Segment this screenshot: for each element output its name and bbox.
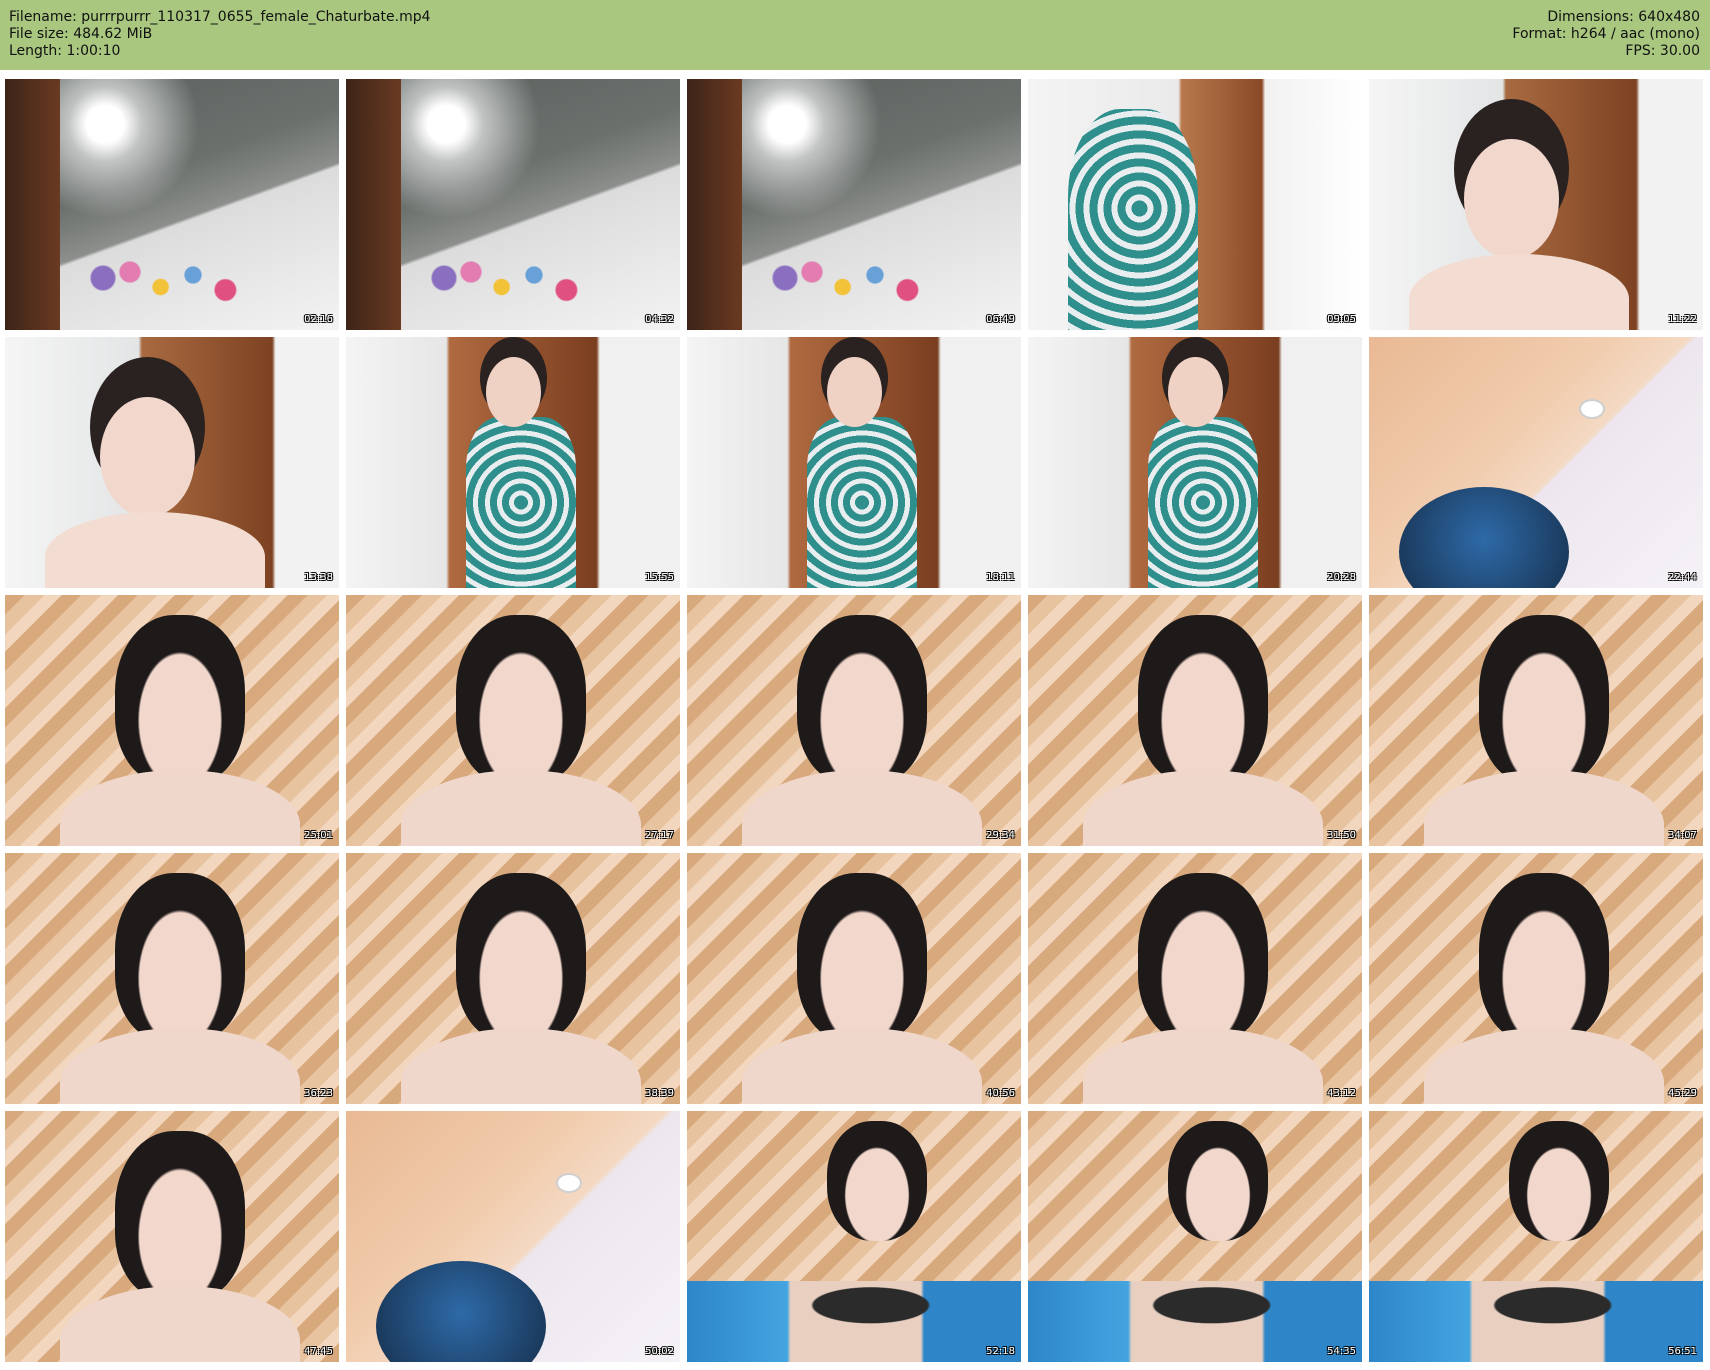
- thumbnail-image: [346, 853, 680, 1104]
- thumbnail-image: [1369, 337, 1703, 588]
- timestamp: 31:50: [1327, 830, 1356, 841]
- timestamp: 52:18: [986, 1346, 1015, 1357]
- timestamp: 40:56: [986, 1088, 1015, 1099]
- filename-text: Filename: purrrpurrr_110317_0655_female_…: [9, 9, 431, 25]
- timestamp: 47:45: [304, 1346, 333, 1357]
- thumbnail-image: [687, 595, 1021, 846]
- info-left: Filename: purrrpurrr_110317_0655_female_…: [9, 9, 431, 60]
- fps-text: FPS: 30.00: [1625, 43, 1700, 59]
- timestamp: 38:39: [645, 1088, 674, 1099]
- thumbnail[interactable]: 25:01: [5, 595, 339, 846]
- thumbnail[interactable]: 02:16: [5, 79, 339, 330]
- dimensions-text: Dimensions: 640x480: [1547, 9, 1700, 25]
- thumbnail-image: [1369, 1111, 1703, 1362]
- thumbnail[interactable]: 15:55: [346, 337, 680, 588]
- timestamp: 27:17: [645, 830, 674, 841]
- thumbnail-image: [687, 853, 1021, 1104]
- thumbnail[interactable]: 47:45: [5, 1111, 339, 1362]
- thumbnail[interactable]: 40:56: [687, 853, 1021, 1104]
- thumbnail[interactable]: 09:05: [1028, 79, 1362, 330]
- timestamp: 54:35: [1327, 1346, 1356, 1357]
- thumbnail[interactable]: 18:11: [687, 337, 1021, 588]
- timestamp: 25:01: [304, 830, 333, 841]
- timestamp: 04:32: [645, 314, 674, 325]
- thumbnail[interactable]: 04:32: [346, 79, 680, 330]
- thumbnail-image: [687, 79, 1021, 330]
- thumbnail[interactable]: 11:22: [1369, 79, 1703, 330]
- thumbnail[interactable]: 27:17: [346, 595, 680, 846]
- thumbnail-image: [687, 1111, 1021, 1362]
- timestamp: 06:49: [986, 314, 1015, 325]
- thumbnail[interactable]: 31:50: [1028, 595, 1362, 846]
- thumbnail[interactable]: 52:18: [687, 1111, 1021, 1362]
- thumbnail-grid: 02:16 04:32 06:49 09:05 11:22 13:38 15:5…: [5, 79, 1705, 1362]
- thumbnail-image: [346, 337, 680, 588]
- timestamp: 09:05: [1327, 314, 1356, 325]
- thumbnail[interactable]: 29:34: [687, 595, 1021, 846]
- thumbnail-image: [346, 595, 680, 846]
- info-right: Dimensions: 640x480 Format: h264 / aac (…: [1512, 9, 1700, 60]
- thumbnail[interactable]: 43:12: [1028, 853, 1362, 1104]
- info-header: Filename: purrrpurrr_110317_0655_female_…: [0, 0, 1710, 70]
- thumbnail-image: [1028, 337, 1362, 588]
- filesize-text: File size: 484.62 MiB: [9, 26, 153, 42]
- thumbnail-image: [5, 853, 339, 1104]
- thumbnail[interactable]: 50:02: [346, 1111, 680, 1362]
- timestamp: 13:38: [304, 572, 333, 583]
- timestamp: 22:44: [1668, 572, 1697, 583]
- length-text: Length: 1:00:10: [9, 43, 121, 59]
- thumbnail-image: [1028, 853, 1362, 1104]
- thumbnail-image: [5, 79, 339, 330]
- thumbnail[interactable]: 54:35: [1028, 1111, 1362, 1362]
- timestamp: 43:12: [1327, 1088, 1356, 1099]
- timestamp: 02:16: [304, 314, 333, 325]
- thumbnail[interactable]: 36:23: [5, 853, 339, 1104]
- thumbnail-image: [1028, 595, 1362, 846]
- thumbnail[interactable]: 22:44: [1369, 337, 1703, 588]
- timestamp: 29:34: [986, 830, 1015, 841]
- thumbnail[interactable]: 45:29: [1369, 853, 1703, 1104]
- thumbnail[interactable]: 34:07: [1369, 595, 1703, 846]
- thumbnail-image: [1028, 1111, 1362, 1362]
- thumbnail[interactable]: 56:51: [1369, 1111, 1703, 1362]
- thumbnail-image: [5, 1111, 339, 1362]
- thumbnail[interactable]: 06:49: [687, 79, 1021, 330]
- timestamp: 11:22: [1668, 314, 1697, 325]
- thumbnail-image: [5, 337, 339, 588]
- timestamp: 20:28: [1327, 572, 1356, 583]
- timestamp: 15:55: [645, 572, 674, 583]
- thumbnail[interactable]: 20:28: [1028, 337, 1362, 588]
- timestamp: 50:02: [645, 1346, 674, 1357]
- thumbnail-image: [346, 79, 680, 330]
- format-text: Format: h264 / aac (mono): [1512, 26, 1700, 42]
- thumbnail[interactable]: 38:39: [346, 853, 680, 1104]
- thumbnail-image: [1028, 79, 1362, 330]
- timestamp: 34:07: [1668, 830, 1697, 841]
- thumbnail-image: [687, 337, 1021, 588]
- thumbnail[interactable]: 13:38: [5, 337, 339, 588]
- timestamp: 18:11: [986, 572, 1015, 583]
- timestamp: 36:23: [304, 1088, 333, 1099]
- thumbnail-image: [346, 1111, 680, 1362]
- thumbnail-image: [1369, 595, 1703, 846]
- thumbnail-image: [5, 595, 339, 846]
- thumbnail-image: [1369, 79, 1703, 330]
- timestamp: 56:51: [1668, 1346, 1697, 1357]
- thumbnail-image: [1369, 853, 1703, 1104]
- timestamp: 45:29: [1668, 1088, 1697, 1099]
